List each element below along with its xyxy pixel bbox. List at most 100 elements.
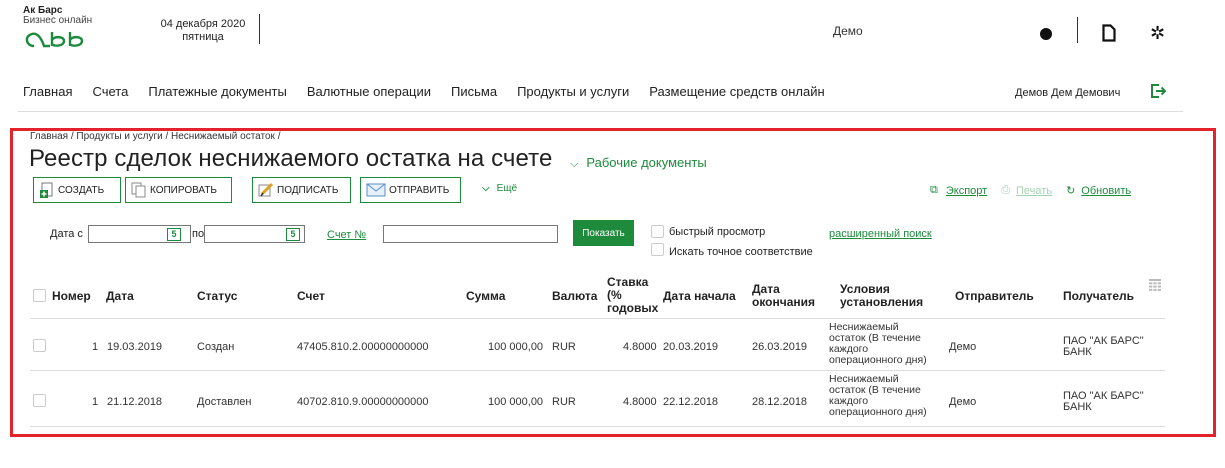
page-title: Реестр сделок неснижаемого остатка на сч…	[29, 145, 553, 172]
logo-text: Ак Барс Бизнес онлайн	[23, 6, 92, 26]
cell-status: Доставлен	[197, 396, 252, 408]
sign-button[interactable]: ПОДПИСАТЬ	[252, 177, 351, 203]
cell-amount: 100 000,00	[488, 341, 544, 353]
cell-account: 47405.810.2.00000000000	[297, 341, 429, 353]
logout-icon[interactable]	[1150, 83, 1166, 99]
document-icon[interactable]	[1102, 24, 1116, 42]
cell-end-date: 28.12.2018	[752, 396, 808, 408]
header-divider	[259, 14, 260, 44]
cell-account: 40702.810.9.00000000000	[297, 396, 429, 408]
col-header-currency[interactable]: Валюта	[552, 290, 597, 303]
send-button[interactable]: ОТПРАВИТЬ	[360, 177, 461, 203]
nav-item-accounts[interactable]: Счета	[92, 84, 128, 99]
col-header-terms[interactable]: Условия установления	[840, 283, 923, 309]
logo-mark-icon	[25, 32, 84, 48]
quick-view-checkbox[interactable]	[651, 225, 664, 238]
cell-terms-line: операционного дня)	[829, 406, 927, 418]
mode-label: Демо	[833, 24, 863, 38]
nav-item-currency-ops[interactable]: Валютные операции	[307, 84, 431, 99]
export-link[interactable]: Экспорт	[946, 185, 987, 197]
breadcrumb[interactable]: Главная / Продукты и услуги / Неснижаемы…	[30, 131, 280, 142]
account-number-link[interactable]: Счет №	[327, 229, 366, 241]
nav-item-letters[interactable]: Письма	[451, 84, 497, 99]
account-number-input[interactable]	[383, 225, 558, 243]
print-link[interactable]: Печать	[1016, 185, 1052, 197]
copy-button[interactable]: КОПИРОВАТЬ	[125, 177, 232, 203]
nav-item-payment-docs[interactable]: Платежные документы	[148, 84, 286, 99]
col-header-end[interactable]: Дата окончания	[752, 283, 815, 309]
date-from-label: Дата с	[50, 228, 83, 240]
cell-terms-line: операционного дня)	[829, 354, 927, 366]
nav-item-deposits-online[interactable]: Размещение средств онлайн	[649, 84, 824, 99]
right-actions: ⧉ Экспорт ⎙ Печать ↻ Обновить	[930, 184, 1131, 197]
copy-icon	[131, 182, 147, 198]
copy-button-label: КОПИРОВАТЬ	[150, 184, 217, 196]
calendar-icon[interactable]: 5	[286, 228, 300, 241]
cell-rate: 4.8000	[623, 396, 657, 408]
cell-end-date: 26.03.2019	[752, 341, 808, 353]
column-settings-icon[interactable]	[1149, 279, 1161, 291]
sign-icon	[258, 182, 274, 198]
exact-match-checkbox[interactable]	[651, 243, 664, 256]
col-header-start[interactable]: Дата начала	[663, 290, 736, 303]
col-header-recipient[interactable]: Получатель	[1063, 290, 1134, 303]
col-header-end-line2: окончания	[752, 295, 816, 309]
select-all-checkbox[interactable]	[33, 289, 46, 302]
cell-status: Создан	[197, 341, 235, 353]
user-name[interactable]: Демов Дем Демович	[1015, 87, 1120, 99]
cell-recipient-line: БАНК	[1063, 401, 1092, 413]
col-header-terms-line2: установления	[840, 295, 924, 309]
row-divider	[30, 426, 1165, 427]
date-to-label: по	[192, 228, 205, 240]
col-header-status[interactable]: Статус	[197, 290, 237, 303]
cell-date: 21.12.2018	[107, 396, 163, 408]
quick-view-label: быстрый просмотр	[669, 226, 766, 238]
col-header-sender[interactable]: Отправитель	[955, 290, 1034, 303]
col-header-rate-line3: годовых	[607, 301, 659, 315]
col-header-date[interactable]: Дата	[106, 290, 134, 303]
current-date: 04 декабря 2020 пятница	[148, 18, 258, 44]
current-date-value: 04 декабря 2020	[160, 18, 246, 30]
cell-rate: 4.8000	[623, 341, 657, 353]
cell-number: 1	[92, 341, 99, 353]
col-header-amount[interactable]: Сумма	[466, 290, 505, 303]
create-doc-icon	[39, 182, 55, 198]
col-header-number[interactable]: Номер	[52, 290, 91, 303]
exact-match-label: Искать точное соответствие	[669, 246, 813, 258]
show-button[interactable]: Показать	[573, 220, 634, 246]
current-weekday: пятница	[182, 31, 224, 43]
gear-icon[interactable]: ✲	[1150, 24, 1165, 42]
cell-amount: 100 000,00	[488, 396, 544, 408]
row-checkbox[interactable]	[33, 394, 46, 407]
work-docs-toggle[interactable]: ⌵ Рабочие документы	[570, 155, 707, 171]
advanced-search-link[interactable]: расширенный поиск	[829, 228, 932, 240]
cell-currency: RUR	[552, 396, 576, 408]
cell-recipient-line: БАНК	[1063, 346, 1092, 358]
nav-item-home[interactable]: Главная	[23, 84, 72, 99]
cell-terms: Неснижаемый остаток (В течение каждого о…	[829, 374, 927, 418]
work-docs-label: Рабочие документы	[586, 155, 707, 170]
col-header-rate[interactable]: Ставка (% годовых	[607, 276, 660, 315]
more-dropdown[interactable]: ⌵ Ещё	[482, 183, 517, 194]
nav-divider	[18, 111, 1183, 112]
export-icon: ⧉	[930, 184, 938, 196]
cell-number: 1	[92, 396, 99, 408]
send-button-label: ОТПРАВИТЬ	[389, 184, 450, 196]
status-dot-icon	[1040, 28, 1052, 40]
envelope-icon	[366, 182, 386, 198]
cell-sender: Демо	[949, 396, 977, 408]
printer-icon: ⎙	[1001, 184, 1011, 196]
cell-currency: RUR	[552, 341, 576, 353]
calendar-icon[interactable]: 5	[167, 228, 181, 241]
cell-date: 19.03.2019	[107, 341, 163, 353]
create-button-label: СОЗДАТЬ	[58, 184, 105, 196]
row-checkbox[interactable]	[33, 339, 46, 352]
header-divider-right	[1077, 17, 1078, 43]
cell-start-date: 20.03.2019	[663, 341, 719, 353]
nav-item-products[interactable]: Продукты и услуги	[517, 84, 629, 99]
refresh-link[interactable]: Обновить	[1081, 185, 1131, 197]
col-header-account[interactable]: Счет	[297, 290, 325, 303]
create-button[interactable]: СОЗДАТЬ	[33, 177, 121, 203]
sign-button-label: ПОДПИСАТЬ	[277, 184, 339, 196]
cell-start-date: 22.12.2018	[663, 396, 719, 408]
